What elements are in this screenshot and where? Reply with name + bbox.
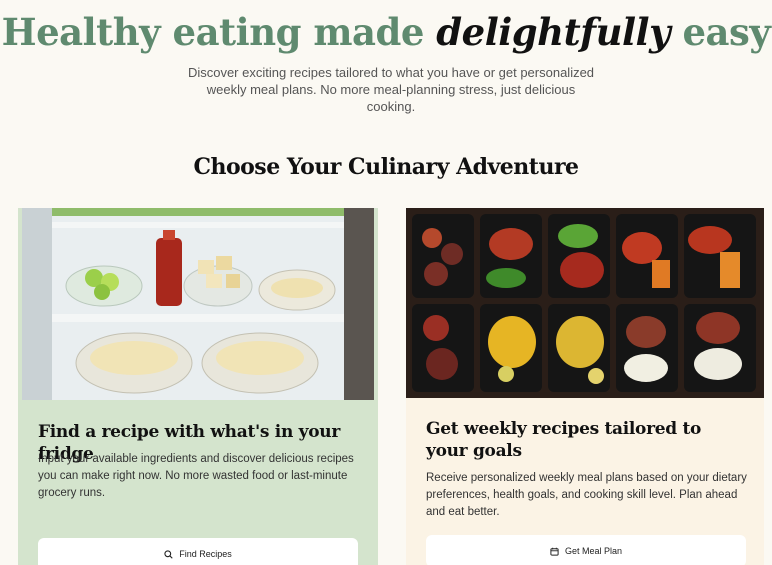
hero-title: Healthy eating made delightfully easy	[0, 10, 772, 54]
hero-subtitle: Discover exciting recipes tailored to wh…	[187, 65, 595, 114]
hero-title-start: Healthy eating made	[1, 10, 437, 54]
meal-prep-image	[406, 208, 764, 398]
meal-plan-card-description: Receive personalized weekly meal plans b…	[426, 472, 747, 518]
get-meal-plan-label: Get Meal Plan	[564, 546, 623, 556]
hero-title-emphasis: delightfully	[436, 10, 671, 54]
fridge-recipe-card: Find a recipe with what's in your fridge…	[18, 208, 378, 565]
meal-plan-card: Get weekly recipes tailored to your goal…	[406, 208, 764, 565]
section-title: Choose Your Culinary Adventure	[193, 154, 579, 180]
meal-plan-card-heading: Get weekly recipes tailored to your goal…	[426, 419, 702, 461]
find-recipes-button[interactable]: Find Recipes	[38, 538, 358, 565]
find-recipes-label: Find Recipes	[179, 549, 232, 559]
search-icon	[164, 549, 173, 559]
fridge-image	[22, 208, 374, 400]
hero-title-end: easy	[670, 10, 771, 54]
fridge-card-description: Input your available ingredients and dis…	[38, 453, 354, 499]
get-meal-plan-button[interactable]: Get Meal Plan	[426, 535, 746, 565]
calendar-icon	[550, 547, 559, 556]
